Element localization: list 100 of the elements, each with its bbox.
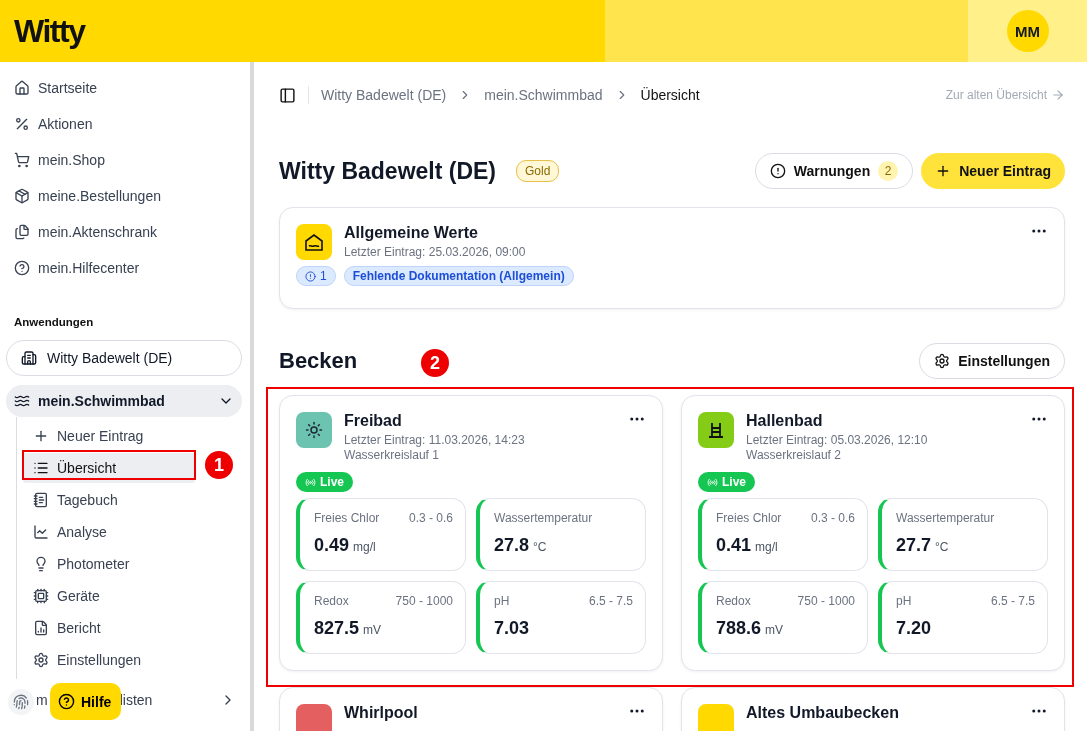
metric-range: 0.3 - 0.6 — [408, 511, 453, 525]
metric-range: 750 - 1000 — [797, 594, 855, 608]
nav-item-text: listen — [119, 692, 153, 708]
nav-group[interactable]: mein.Schwimmbad — [6, 385, 242, 417]
metric-label: Wassertemperatur — [896, 511, 995, 525]
logo[interactable]: Witty — [14, 12, 85, 50]
alert-icon — [305, 270, 316, 282]
metric-value: 827.5 — [314, 618, 360, 639]
nav-subitem[interactable]: Übersicht — [23, 453, 195, 483]
metric-unit: mV — [765, 623, 784, 637]
metric-value: 0.41 — [716, 535, 752, 556]
nav-item-text: m — [36, 692, 48, 708]
nav-item[interactable]: mein.Shop — [38, 152, 105, 168]
metric-unit: °C — [935, 540, 949, 554]
nav-item[interactable]: mein.Aktenschrank — [38, 224, 158, 240]
broadcast-icon — [707, 476, 718, 488]
ladder-icon — [707, 421, 725, 439]
metric-unit: mV — [363, 623, 382, 637]
sidebar-toggle-icon[interactable] — [279, 86, 296, 104]
pool-card[interactable]: Whirlpool — [279, 687, 663, 731]
pool-name: Altes Umbaubecken — [746, 704, 899, 722]
breadcrumb-item[interactable]: Witty Badewelt (DE) — [321, 87, 447, 103]
pool-card[interactable]: Freibad Letzter Eintrag: 11.03.2026, 14:23 Wasserkreislauf 1 Live Freies Chlor 0.3 - 0.6 0.49 mg/l Wassertemperatur 27.8 °C Redox 750 - 1000 827.5 mV pH 6.5 - 7.5 7.03 — [279, 395, 663, 671]
nav-subitem[interactable]: Analyse — [23, 517, 195, 547]
user-avatar[interactable]: MM — [1006, 10, 1049, 52]
line-chart-icon — [33, 524, 49, 540]
new-entry-button[interactable]: Neuer Eintrag — [921, 153, 1065, 189]
nav-item[interactable]: mein.Hilfecenter — [38, 260, 140, 276]
pool-name: Whirlpool — [344, 704, 418, 722]
metric-value: 27.7 — [896, 535, 932, 556]
house-pool-icon — [304, 232, 324, 252]
card-title: Allgemeine Werte — [344, 224, 479, 242]
sun-icon — [305, 421, 323, 439]
annotation-marker: 2 — [421, 349, 449, 377]
metric-label: pH — [494, 594, 510, 608]
metric-unit: mg/l — [353, 540, 376, 554]
pool-name: Freibad — [344, 412, 403, 430]
lightbulb-icon — [33, 556, 49, 572]
settings-icon — [33, 652, 49, 668]
nav-item[interactable]: Startseite — [38, 80, 98, 96]
metric-label: Redox — [716, 594, 751, 608]
home-icon — [14, 80, 30, 96]
percent-icon — [14, 116, 30, 132]
section-heading: Becken — [279, 348, 358, 374]
metric-range: 0.3 - 0.6 — [810, 511, 855, 525]
fingerprint-button[interactable] — [8, 689, 34, 715]
nav-subitem[interactable]: Tagebuch — [23, 485, 195, 515]
metric-unit: °C — [533, 540, 547, 554]
metric-label: pH — [896, 594, 912, 608]
nav-subitem[interactable]: Photometer — [23, 549, 195, 579]
tier-badge: Gold — [516, 160, 560, 182]
issue-tag[interactable]: Fehlende Dokumentation (Allgemein) — [343, 266, 574, 286]
annotation-marker: 1 — [205, 451, 233, 479]
breadcrumb-item[interactable]: Übersicht — [640, 87, 700, 103]
metric-label: Wassertemperatur — [494, 511, 593, 525]
list-icon — [33, 460, 49, 476]
last-entry-text: Letzter Eintrag: 05.03.2026, 12:10 — [746, 433, 928, 447]
plus-icon — [33, 428, 49, 444]
help-button[interactable]: Hilfe — [50, 683, 122, 720]
help-icon — [58, 693, 75, 710]
metric-value: 27.8 — [494, 535, 530, 556]
chip-icon — [33, 588, 49, 604]
metric-value: 0.49 — [314, 535, 350, 556]
metric-value: 788.6 — [716, 618, 762, 639]
section-title: Anwendungen — [14, 316, 95, 328]
general-card[interactable]: Allgemeine Werte Letzter Eintrag: 25.03.2026, 09:00 1 Fehlende Dokumentation (Allgemein) — [279, 207, 1065, 309]
nav-subitem[interactable]: Geräte — [23, 581, 195, 611]
nav-item[interactable]: Aktionen — [38, 116, 93, 132]
pool-name: Hallenbad — [746, 412, 824, 430]
help-icon — [14, 260, 30, 276]
last-entry-text: Letzter Eintrag: 25.03.2026, 09:00 — [344, 245, 526, 259]
warnings-button[interactable]: Warnungen 2 — [754, 153, 914, 189]
document-icon — [14, 224, 30, 240]
metric-range: 6.5 - 7.5 — [990, 594, 1035, 608]
nav-item[interactable]: meine.Bestellungen — [38, 188, 161, 204]
broadcast-icon — [305, 476, 316, 488]
page-title: Witty Badewelt (DE) — [279, 157, 497, 185]
breadcrumb-item[interactable]: mein.Schwimmbad — [484, 87, 603, 103]
metric-label: Freies Chlor — [314, 511, 380, 525]
metric-value: 7.20 — [896, 618, 932, 639]
pool-card[interactable]: Altes Umbaubecken — [681, 687, 1065, 731]
settings-icon — [934, 353, 951, 369]
live-badge: Live — [296, 472, 353, 492]
last-entry-text: Letzter Eintrag: 11.03.2026, 14:23 — [344, 433, 525, 447]
circuit-text: Wasserkreislauf 2 — [746, 448, 842, 462]
issue-count: 1 — [296, 266, 336, 286]
metric-label: Redox — [314, 594, 349, 608]
settings-button[interactable]: Einstellungen — [919, 343, 1065, 379]
live-badge: Live — [698, 472, 755, 492]
nav-subitem[interactable]: Bericht — [23, 613, 195, 643]
nav-subitem[interactable]: Einstellungen — [23, 645, 195, 675]
metric-value: 7.03 — [494, 618, 530, 639]
pool-card[interactable]: Hallenbad Letzter Eintrag: 05.03.2026, 12:10 Wasserkreislauf 2 Live Freies Chlor 0.3 - 0.6 0.41 mg/l Wassertemperatur 27.7 °C Redox 750 - 1000 788.6 mV pH 6.5 - 7.5 7.20 — [681, 395, 1065, 671]
nav-subitem[interactable]: Neuer Eintrag — [23, 421, 195, 451]
box-icon — [14, 188, 30, 204]
metric-unit: mg/l — [755, 540, 778, 554]
report-icon — [33, 620, 49, 636]
fingerprint-icon — [13, 694, 29, 710]
circuit-text: Wasserkreislauf 1 — [344, 448, 440, 462]
building-icon — [21, 350, 37, 366]
